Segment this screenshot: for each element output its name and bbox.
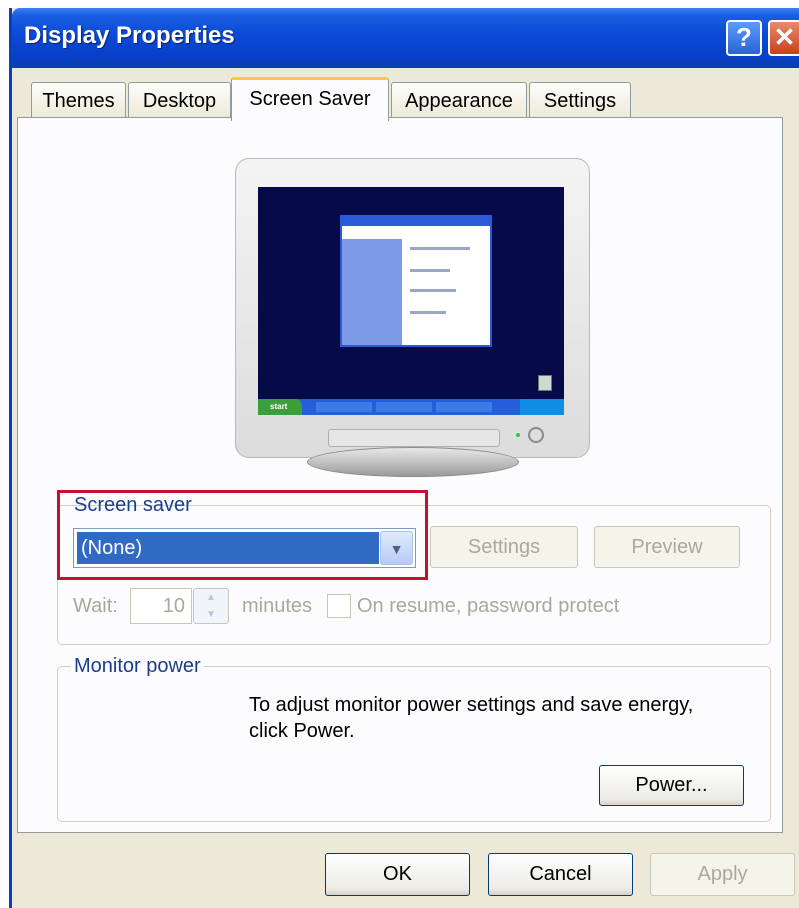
preview-button[interactable]: Preview: [594, 526, 740, 568]
monitor-power-description-line1: To adjust monitor power settings and sav…: [249, 694, 694, 716]
close-button[interactable]: ✕: [768, 20, 799, 56]
wait-spinner[interactable]: ▲ ▼: [193, 588, 229, 624]
wait-label: Wait:: [73, 595, 118, 617]
tab-settings[interactable]: Settings: [529, 82, 631, 118]
tab-desktop[interactable]: Desktop: [128, 82, 231, 118]
tab-screen-saver[interactable]: Screen Saver: [231, 77, 389, 121]
help-button[interactable]: ?: [726, 20, 762, 56]
monitor-preview: start: [235, 158, 590, 458]
spin-down-icon[interactable]: ▼: [194, 606, 228, 623]
preview-window-thumbnail: [340, 215, 492, 347]
tab-appearance[interactable]: Appearance: [391, 82, 527, 118]
preview-system-tray: [520, 399, 564, 415]
minutes-label: minutes: [242, 595, 313, 617]
screen-saver-select[interactable]: (None) ▼: [73, 528, 416, 568]
ok-button[interactable]: OK: [325, 853, 470, 896]
chevron-down-icon[interactable]: ▼: [380, 531, 413, 565]
cancel-button[interactable]: Cancel: [488, 853, 633, 896]
window-title: Display Properties: [24, 22, 235, 49]
wait-minutes-input[interactable]: 10: [130, 588, 192, 624]
monitor-power-description-line2: click Power.: [249, 720, 355, 742]
preview-screen: start: [258, 187, 564, 415]
password-protect-checkbox[interactable]: [327, 594, 351, 618]
screen-saver-selected-value: (None): [77, 532, 379, 564]
apply-button[interactable]: Apply: [650, 853, 795, 896]
recycle-bin-icon: [538, 375, 552, 391]
power-button[interactable]: Power...: [599, 765, 744, 806]
preview-start-button: start: [258, 399, 302, 415]
password-protect-label[interactable]: On resume, password protect: [357, 595, 619, 618]
tab-themes[interactable]: Themes: [31, 82, 126, 118]
monitor-bezel-slot: [328, 429, 500, 447]
spin-up-icon[interactable]: ▲: [194, 589, 228, 606]
monitor-power-group-label: Monitor power: [71, 655, 204, 678]
monitor-power-icon: [528, 427, 544, 443]
screen-saver-group-label: Screen saver: [74, 494, 192, 516]
monitor-stand: [307, 447, 519, 477]
title-bar[interactable]: Display Properties ? ✕: [12, 8, 799, 68]
monitor-led-icon: [516, 433, 520, 437]
settings-button[interactable]: Settings: [430, 526, 578, 568]
preview-taskbar: start: [258, 399, 564, 415]
